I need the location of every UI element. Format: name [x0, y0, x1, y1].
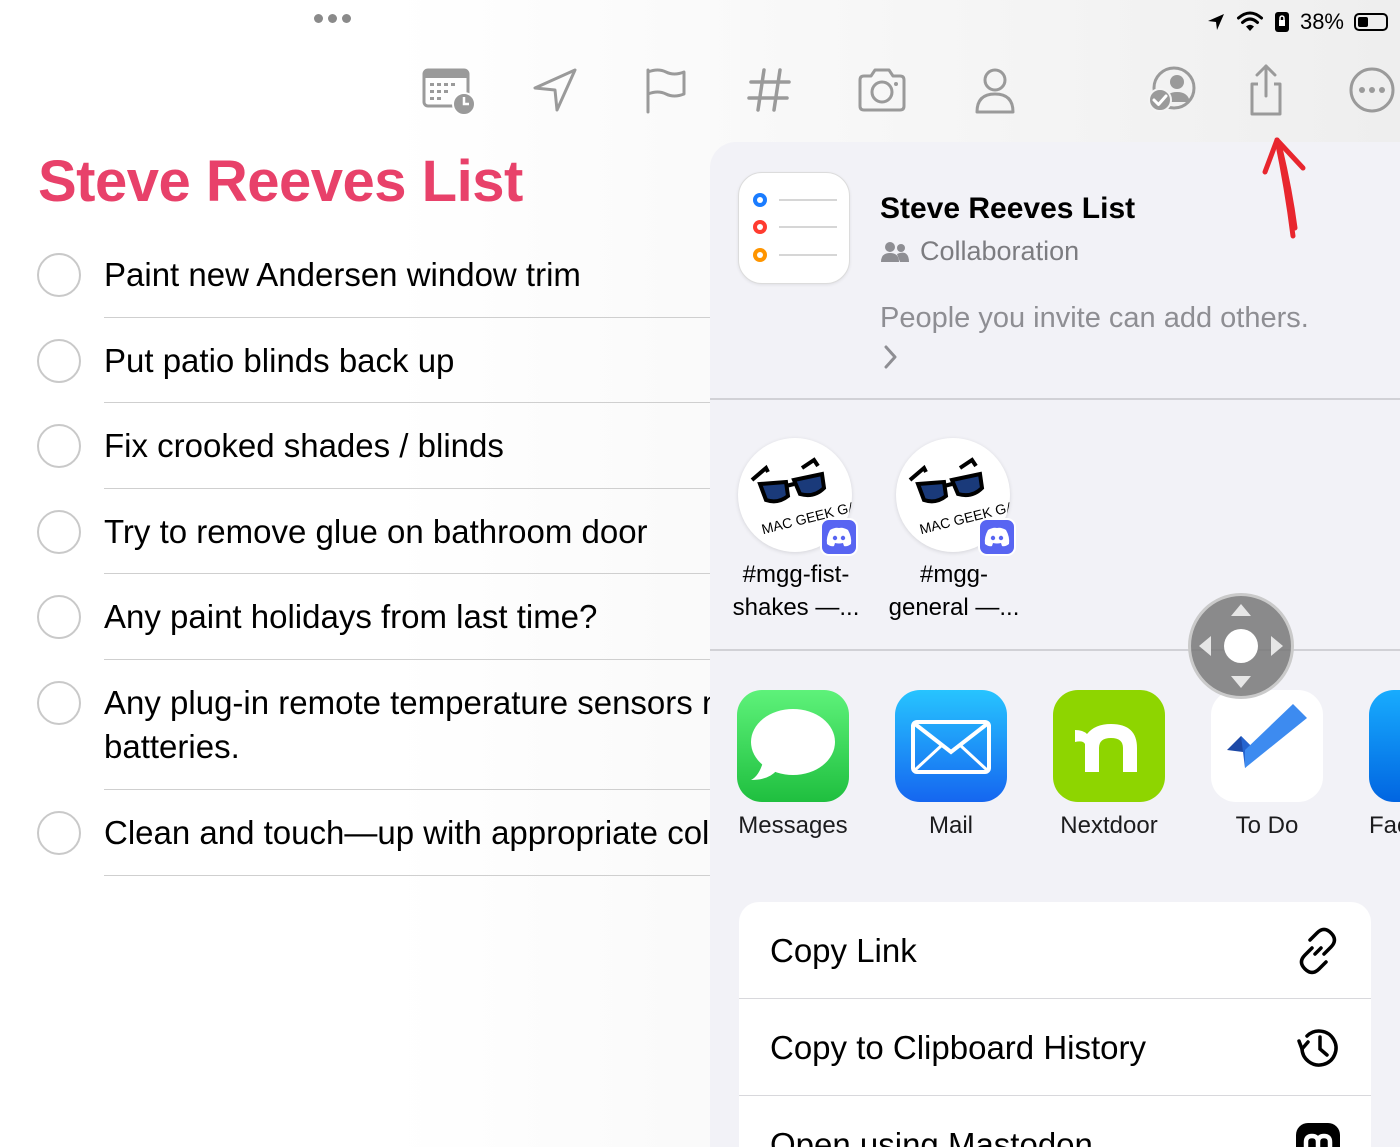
lock-rotation-icon	[1274, 12, 1289, 32]
item-text[interactable]: Clean and touch—up with appropriate colo…	[104, 811, 710, 855]
discord-icon	[978, 518, 1016, 556]
battery-icon	[1354, 13, 1388, 31]
item-text-line2: batteries.	[104, 728, 240, 765]
app-label: Messages	[738, 812, 848, 839]
history-icon	[1293, 1023, 1343, 1073]
complete-checkbox[interactable]	[37, 339, 81, 383]
assistive-touch-button[interactable]	[1188, 593, 1294, 699]
chevron-right-icon[interactable]	[882, 342, 900, 372]
calendar-clock-icon[interactable]	[418, 62, 478, 118]
complete-checkbox[interactable]	[37, 510, 81, 554]
collaboration-selector[interactable]: Collaboration	[880, 236, 1079, 267]
item-text: Any plug-in remote temperature sensors n…	[104, 684, 710, 721]
camera-icon[interactable]	[852, 62, 912, 118]
divider	[104, 875, 710, 876]
discord-icon	[820, 518, 858, 556]
app-label: To Do	[1235, 812, 1299, 839]
hashtag-icon[interactable]	[740, 62, 800, 118]
share-icon[interactable]	[1236, 62, 1296, 118]
messages-icon	[737, 690, 849, 802]
action-label: Open using Mastodon	[770, 1125, 1093, 1147]
todo-icon	[1211, 690, 1323, 802]
app-label: Fac	[1369, 812, 1400, 839]
app-messages[interactable]: Messages	[737, 690, 849, 839]
collaboration-label: Collaboration	[920, 236, 1080, 266]
link-icon	[1293, 926, 1343, 976]
complete-checkbox[interactable]	[37, 681, 81, 725]
red-arrow-annotation	[1262, 137, 1306, 239]
list-title: Steve Reeves List	[38, 149, 523, 214]
item-text[interactable]: Fix crooked shades / blinds	[104, 424, 710, 468]
app-todo[interactable]: To Do	[1211, 690, 1323, 839]
mastodon-icon	[1293, 1120, 1343, 1147]
battery-percent: 38%	[1299, 9, 1344, 34]
open-mastodon-action[interactable]: Open using Mastodon	[739, 1096, 1371, 1147]
person-label-line1: #mgg-fist-	[742, 561, 850, 588]
person-icon[interactable]	[965, 62, 1025, 118]
action-list: Copy Link Copy to Clipboard History Open…	[739, 902, 1371, 1147]
person-label-line2: shakes —...	[732, 594, 860, 621]
action-label: Copy to Clipboard History	[770, 1028, 1146, 1066]
facebook-icon	[1369, 690, 1400, 802]
copy-clipboard-history-action[interactable]: Copy to Clipboard History	[739, 999, 1371, 1096]
copy-link-action[interactable]: Copy Link	[739, 902, 1371, 999]
share-title: Steve Reeves List	[880, 192, 1136, 225]
person-label-line1: #mgg-	[919, 561, 989, 588]
app-facebook[interactable]: Fac	[1369, 690, 1400, 839]
item-text[interactable]: Put patio blinds back up	[104, 339, 710, 383]
multitasking-dots-icon[interactable]	[314, 14, 351, 23]
item-text[interactable]: Paint new Andersen window trim	[104, 253, 710, 297]
location-arrow-icon[interactable]	[525, 62, 585, 118]
mail-icon	[895, 690, 1007, 802]
item-text-block[interactable]: Any plug-in remote temperature sensors n…	[104, 681, 710, 769]
item-text[interactable]: Try to remove glue on bathroom door	[104, 510, 710, 554]
people-icon	[881, 241, 909, 262]
invite-note[interactable]: People you invite can add others.	[880, 302, 1309, 335]
reminders-app-icon	[738, 172, 850, 284]
app-label: Mail	[928, 812, 973, 839]
nextdoor-icon	[1053, 690, 1165, 802]
location-icon	[1207, 14, 1224, 30]
list-item: Fix crooked shades / blinds	[0, 403, 710, 489]
share-sheet: Steve Reeves List Collaboration People y…	[710, 142, 1400, 1147]
section-divider	[710, 398, 1400, 400]
person-label: #mgg- general —...	[870, 558, 1038, 624]
collaboration-icon[interactable]	[1142, 62, 1202, 118]
person-label: #mgg-fist- shakes —...	[712, 558, 880, 624]
list-item: Clean and touch—up with appropriate colo…	[0, 790, 710, 876]
list-item: Any paint holidays from last time?	[0, 574, 710, 660]
complete-checkbox[interactable]	[37, 595, 81, 639]
wifi-icon	[1236, 11, 1263, 31]
app-nextdoor[interactable]: Nextdoor	[1053, 690, 1165, 839]
status-bar: 38%	[1206, 6, 1388, 38]
app-mail[interactable]: Mail	[895, 690, 1007, 839]
item-text[interactable]: Any paint holidays from last time?	[104, 595, 710, 639]
action-label: Copy Link	[770, 931, 917, 969]
list-item: Any plug-in remote temperature sensors n…	[0, 660, 710, 790]
complete-checkbox[interactable]	[37, 811, 81, 855]
complete-checkbox[interactable]	[37, 253, 81, 297]
list-item: Paint new Andersen window trim	[0, 232, 710, 318]
more-icon[interactable]	[1342, 62, 1400, 118]
person-label-line2: general —...	[888, 594, 1020, 621]
section-divider	[710, 649, 1400, 651]
list-item: Put patio blinds back up	[0, 318, 710, 403]
app-label: Nextdoor	[1060, 812, 1158, 839]
flag-icon[interactable]	[634, 62, 694, 118]
complete-checkbox[interactable]	[37, 424, 81, 468]
reminder-list: Paint new Andersen window trim Put patio…	[0, 232, 710, 876]
list-item: Try to remove glue on bathroom door	[0, 489, 710, 574]
